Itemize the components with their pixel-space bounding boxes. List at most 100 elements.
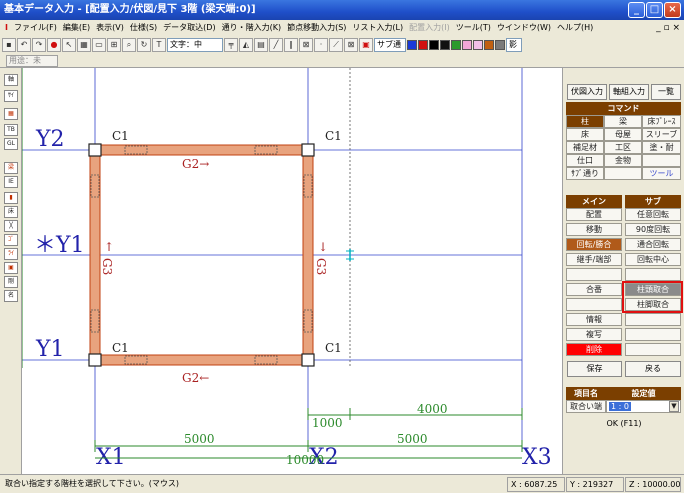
menu-node-move[interactable]: 節点移動入力(S) <box>284 20 349 36</box>
tool-fill[interactable]: ▮ <box>4 192 18 204</box>
lines-icon[interactable]: ∥ <box>284 38 298 52</box>
menu-view[interactable]: 表示(V) <box>93 20 127 36</box>
command-joint[interactable]: 仕口 <box>566 154 604 167</box>
tool-size[interactable]: ｻｲ <box>4 90 18 102</box>
sub-rotation-center[interactable]: 回転中心 <box>625 253 681 266</box>
command-floor[interactable]: 床 <box>566 128 604 141</box>
tool-cross[interactable]: ╳ <box>4 220 18 232</box>
sub-fit-rotate[interactable]: 通合回転 <box>625 238 681 251</box>
save-button[interactable]: 保存 <box>567 361 622 377</box>
calc-icon[interactable]: ▤ <box>254 38 268 52</box>
shape-icon[interactable]: ◭ <box>239 38 253 52</box>
color-swatch[interactable] <box>495 40 505 50</box>
column-icon[interactable]: ╤ <box>224 38 238 52</box>
row-joint-end-value[interactable]: 1 : 0 ▼ <box>606 400 681 413</box>
dot-icon[interactable]: · <box>314 38 328 52</box>
red-box-icon[interactable]: ▣ <box>359 38 373 52</box>
chevron-down-icon[interactable]: ▼ <box>669 401 679 412</box>
app-menu-icon[interactable]: I <box>2 20 11 36</box>
save-icon[interactable]: ▪ <box>2 38 16 52</box>
menu-file[interactable]: ファイル(F) <box>11 20 60 36</box>
command-hardware[interactable]: 金物 <box>604 154 642 167</box>
command-purlin[interactable]: 母屋 <box>604 128 642 141</box>
command-zone[interactable]: 工区 <box>604 141 642 154</box>
slash-icon[interactable]: ⟋ <box>329 38 343 52</box>
main-numbering[interactable]: 合番 <box>566 283 622 296</box>
main-move[interactable]: 移動 <box>566 223 622 236</box>
main-delete[interactable]: 削除 <box>566 343 622 356</box>
menu-list-input[interactable]: リスト入力(L) <box>349 20 406 36</box>
mdi-controls[interactable]: _ ▫ × <box>656 20 680 36</box>
menu-window[interactable]: ウインドウ(W) <box>494 20 554 36</box>
color-swatch[interactable] <box>451 40 461 50</box>
font-size-select[interactable]: 文字：中 <box>167 38 223 52</box>
tool-name[interactable]: 名 <box>4 290 18 302</box>
color-swatch[interactable] <box>473 40 483 50</box>
sub-free-rotate[interactable]: 任意回転 <box>625 208 681 221</box>
main-splice-end[interactable]: 継手/端部 <box>566 253 622 266</box>
zoom-icon[interactable]: ⌕ <box>122 38 136 52</box>
tool-block[interactable]: ▣ <box>4 262 18 274</box>
text-icon[interactable]: T <box>152 38 166 52</box>
color-swatch[interactable] <box>429 40 439 50</box>
command-sleeve[interactable]: スリーブ <box>642 128 681 141</box>
stop-icon[interactable]: ● <box>47 38 61 52</box>
box-cross-icon[interactable]: ⊠ <box>344 38 358 52</box>
undo-icon[interactable]: ↶ <box>17 38 31 52</box>
cross-icon[interactable]: ⊠ <box>299 38 313 52</box>
diag-icon[interactable]: ╱ <box>269 38 283 52</box>
usage-select[interactable]: 用途：未 <box>6 55 58 67</box>
redo-icon[interactable]: ↷ <box>32 38 46 52</box>
plan-input-tab[interactable]: 伏図入力 <box>567 84 607 100</box>
menu-edit[interactable]: 編集(E) <box>60 20 93 36</box>
color-swatch[interactable] <box>407 40 417 50</box>
menu-spec[interactable]: 仕様(S) <box>127 20 160 36</box>
menu-help[interactable]: ヘルプ(H) <box>554 20 596 36</box>
command-column[interactable]: 柱 <box>566 115 604 128</box>
tool-gl[interactable]: GL <box>4 138 18 150</box>
main-rotate-joint[interactable]: 回転/勝合 <box>566 238 622 251</box>
main-info[interactable]: 情報 <box>566 313 622 326</box>
tool-ie[interactable]: IE <box>4 176 18 188</box>
zoom-window-icon[interactable]: ⊞ <box>107 38 121 52</box>
menu-import[interactable]: データ取込(D) <box>160 20 218 36</box>
tool-rigid[interactable]: 剛 <box>4 276 18 288</box>
refresh-icon[interactable]: ↻ <box>137 38 151 52</box>
back-button[interactable]: 戻る <box>625 361 681 377</box>
tool-floor[interactable]: 床 <box>4 206 18 218</box>
tool-tb[interactable]: TB <box>4 124 18 136</box>
tool-go[interactable]: ｺﾞ <box>4 234 18 246</box>
sub-grid-toggle[interactable]: サブ通 <box>374 38 406 52</box>
list-tab[interactable]: 一覧 <box>651 84 681 100</box>
plan-canvas[interactable]: Y2 ＊Y1 Y1 X1 X2 X3 C1 C1 C1 C1 G2→ G2← ↑… <box>22 68 562 474</box>
menu-tools[interactable]: ツール(T) <box>453 20 494 36</box>
ok-button[interactable]: OK (F11) <box>593 417 655 433</box>
command-sub-grid[interactable]: ｻﾌﾞ通り <box>566 167 604 180</box>
shadow-toggle[interactable]: 影 <box>506 38 522 52</box>
tool-axis[interactable]: 軸 <box>4 74 18 86</box>
grid-icon[interactable]: ▦ <box>77 38 91 52</box>
main-place[interactable]: 配置 <box>566 208 622 221</box>
maximize-button[interactable]: □ <box>646 2 663 18</box>
tool-pattern[interactable]: ▦ <box>4 108 18 120</box>
color-swatch[interactable] <box>418 40 428 50</box>
color-swatch[interactable] <box>484 40 494 50</box>
command-floor-brace[interactable]: 床ﾌﾞﾚｰｽ <box>642 115 681 128</box>
command-beam[interactable]: 梁 <box>604 115 642 128</box>
command-tools[interactable]: ツール <box>642 167 681 180</box>
color-swatch[interactable] <box>462 40 472 50</box>
menu-grid-floor[interactable]: 通り・階入力(K) <box>219 20 285 36</box>
color-swatch[interactable] <box>440 40 450 50</box>
sub-rotate-90[interactable]: 90度回転 <box>625 223 681 236</box>
plan-drawing[interactable]: Y2 ＊Y1 Y1 X1 X2 X3 C1 C1 C1 C1 G2→ G2← ↑… <box>22 68 562 474</box>
command-supplement[interactable]: 補足材 <box>566 141 604 154</box>
main-copy[interactable]: 複写 <box>566 328 622 341</box>
window-icon[interactable]: ▭ <box>92 38 106 52</box>
tool-line[interactable]: ﾗｲ <box>4 248 18 260</box>
close-button[interactable]: × <box>664 2 681 18</box>
minimize-button[interactable]: _ <box>628 2 645 18</box>
frame-input-tab[interactable]: 軸組入力 <box>609 84 649 100</box>
pointer-icon[interactable]: ↖ <box>62 38 76 52</box>
command-paint[interactable]: 塗・耐 <box>642 141 681 154</box>
tool-beam[interactable]: 梁 <box>4 162 18 174</box>
